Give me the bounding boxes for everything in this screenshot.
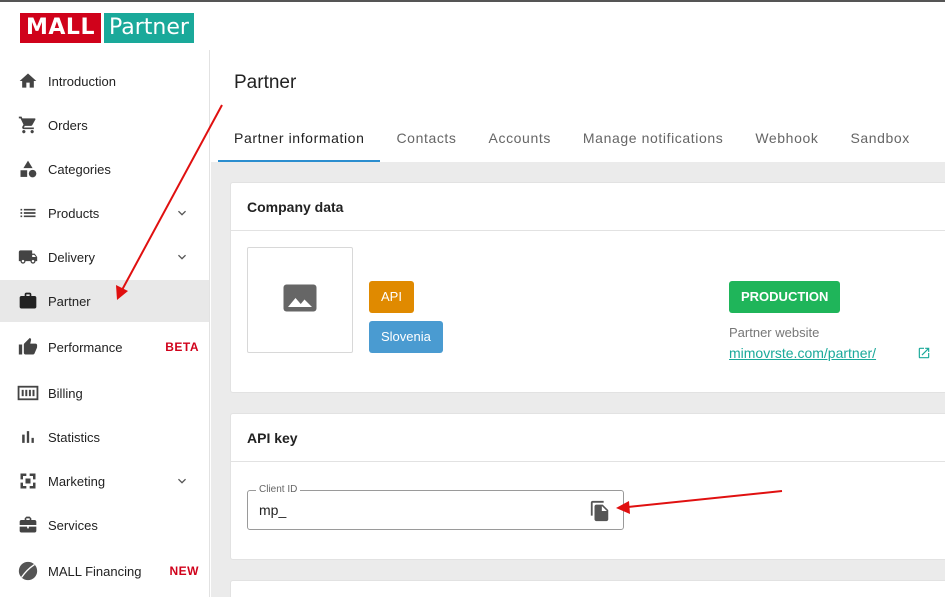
services-icon — [17, 514, 39, 536]
company-data-title: Company data — [231, 183, 945, 231]
chevron-down-icon[interactable] — [174, 473, 190, 489]
cart-icon — [17, 114, 39, 136]
tab-webhook[interactable]: Webhook — [739, 120, 834, 162]
sidebar-item-label: Partner — [48, 293, 91, 309]
shapes-icon — [17, 158, 39, 180]
leaf-icon — [17, 560, 39, 582]
sidebar: Introduction Orders Categories Products … — [0, 50, 210, 597]
external-link-icon[interactable] — [917, 346, 931, 360]
api-key-card: API key Client ID mp_ — [230, 413, 945, 560]
copy-icon[interactable] — [589, 499, 611, 523]
thumbs-up-icon — [17, 336, 39, 358]
client-id-label: Client ID — [256, 484, 301, 495]
tab-partner-information[interactable]: Partner information — [218, 120, 381, 162]
company-data-card: Company data API Slovenia PRODUCTION Par… — [230, 182, 945, 393]
briefcase-icon — [17, 290, 39, 312]
sidebar-item-label: Orders — [48, 117, 88, 133]
tab-manage-notifications[interactable]: Manage notifications — [567, 120, 739, 162]
logo-placeholder[interactable] — [247, 247, 353, 353]
bar-chart-icon — [17, 426, 39, 448]
sidebar-item-label: Introduction — [48, 73, 116, 89]
api-chip: API — [369, 281, 414, 313]
new-badge: NEW — [169, 564, 199, 578]
sidebar-item-label: MALL Financing — [48, 563, 142, 579]
sidebar-item-billing[interactable]: Billing — [0, 372, 209, 414]
client-id-field[interactable]: Client ID mp_ — [247, 484, 624, 530]
partner-website-label: Partner website — [729, 325, 820, 340]
sidebar-item-label: Performance — [48, 339, 123, 355]
chevron-down-icon[interactable] — [174, 205, 190, 221]
tab-contacts[interactable]: Contacts — [380, 120, 472, 162]
billing-icon — [17, 382, 39, 404]
list-icon — [17, 202, 39, 224]
beta-badge: BETA — [165, 340, 199, 354]
sidebar-item-statistics[interactable]: Statistics — [0, 416, 209, 458]
tab-accounts[interactable]: Accounts — [473, 120, 567, 162]
sidebar-item-services[interactable]: Services — [0, 504, 209, 546]
sidebar-item-delivery[interactable]: Delivery — [0, 236, 209, 278]
mall-partner-logo[interactable]: MALL Partner — [20, 13, 194, 43]
company-data-body: API Slovenia PRODUCTION Partner website … — [231, 231, 945, 392]
logo-mall-text: MALL — [20, 13, 101, 43]
partner-website-link[interactable]: mimovrste.com/partner/ — [729, 345, 876, 361]
next-card — [230, 580, 945, 597]
api-key-body: Client ID mp_ — [231, 462, 945, 560]
sidebar-item-marketing[interactable]: Marketing — [0, 460, 209, 502]
sidebar-item-label: Statistics — [48, 429, 101, 445]
top-bar: MALL Partner — [0, 0, 945, 50]
client-id-value[interactable]: mp_ — [259, 502, 286, 518]
chevron-down-icon[interactable] — [174, 249, 190, 265]
page-header: Partner Partner information Contacts Acc… — [211, 50, 945, 162]
sidebar-item-introduction[interactable]: Introduction — [0, 60, 209, 102]
sidebar-item-categories[interactable]: Categories — [0, 148, 209, 190]
truck-icon — [17, 246, 39, 268]
home-icon — [17, 70, 39, 92]
api-key-title: API key — [231, 414, 945, 462]
logo-partner-text: Partner — [103, 13, 194, 43]
sidebar-item-performance[interactable]: Performance BETA — [0, 326, 209, 368]
sidebar-item-label: Services — [48, 517, 98, 533]
sidebar-item-label: Categories — [48, 161, 111, 177]
sidebar-item-label: Products — [48, 205, 100, 221]
sidebar-item-label: Billing — [48, 385, 83, 401]
sidebar-item-orders[interactable]: Orders — [0, 104, 209, 146]
main-content: Partner Partner information Contacts Acc… — [211, 50, 945, 597]
marketing-icon — [17, 470, 39, 492]
sidebar-item-mall-financing[interactable]: MALL Financing NEW — [0, 550, 209, 592]
tab-sandbox[interactable]: Sandbox — [834, 120, 925, 162]
sidebar-item-products[interactable]: Products — [0, 192, 209, 234]
image-icon — [282, 283, 318, 318]
environment-chip: PRODUCTION — [729, 281, 841, 313]
sidebar-item-label: Marketing — [48, 473, 106, 489]
region-chip: Slovenia — [369, 321, 443, 353]
sidebar-item-label: Delivery — [48, 249, 95, 265]
sidebar-item-partner[interactable]: Partner — [0, 280, 209, 322]
tab-bar: Partner information Contacts Accounts Ma… — [218, 120, 926, 162]
page-title: Partner — [234, 72, 297, 93]
